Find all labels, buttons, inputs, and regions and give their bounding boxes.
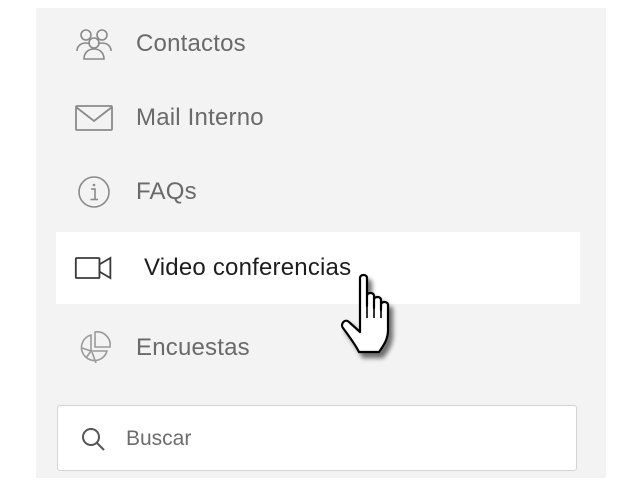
sidebar-item-mail-interno[interactable]: Mail Interno	[56, 82, 580, 154]
info-circle-icon	[74, 172, 114, 212]
sidebar-item-faqs[interactable]: FAQs	[56, 156, 580, 228]
sidebar-item-video-conferencias[interactable]: Video conferencias	[56, 232, 580, 304]
sidebar-item-label: FAQs	[136, 178, 197, 205]
envelope-icon	[74, 98, 114, 138]
sidebar-item-encuestas[interactable]: Encuestas	[56, 312, 580, 384]
search-box[interactable]	[57, 405, 577, 471]
sidebar-item-label: Contactos	[136, 30, 246, 57]
search-input[interactable]	[124, 420, 558, 458]
video-camera-icon	[74, 248, 114, 288]
sidebar-item-label: Encuestas	[136, 334, 250, 361]
search-icon	[82, 428, 105, 451]
contacts-group-icon	[74, 24, 114, 64]
sidebar-item-label: Mail Interno	[136, 104, 264, 131]
sidebar-item-contactos[interactable]: Contactos	[56, 8, 580, 80]
sidebar-item-label: Video conferencias	[144, 254, 352, 281]
pie-chart-icon	[74, 328, 114, 368]
screenshot-panel: Contactos Mail Interno FAQs Video confer…	[0, 0, 619, 486]
